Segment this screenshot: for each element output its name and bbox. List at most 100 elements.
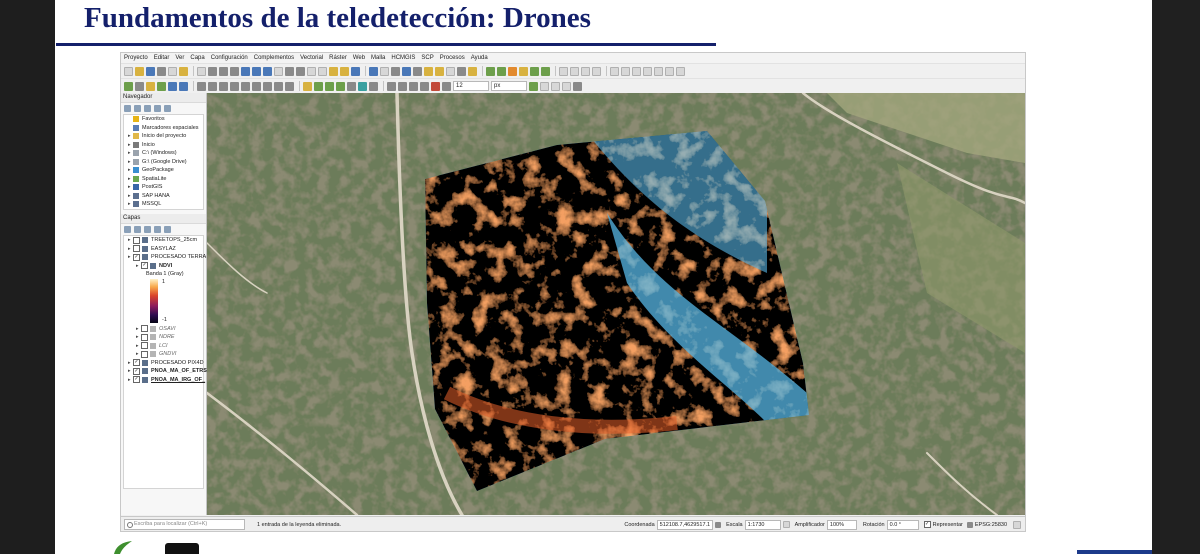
annotation-html-icon[interactable] [581,66,590,76]
show-bookmarks-icon[interactable] [340,66,349,76]
zoom-selection-icon[interactable] [252,66,261,76]
plugin-check-icon[interactable] [530,66,539,76]
zoom-in-icon[interactable] [219,66,228,76]
menu-configuracion[interactable]: Configuración [211,55,248,61]
refresh-icon[interactable] [351,66,360,76]
coordinate-field[interactable]: 512108.7,4629517.1 [656,519,714,530]
layer-item[interactable]: ▸ OSAVI [124,325,203,334]
split-icon[interactable] [274,81,283,91]
menu-capa[interactable]: Capa [190,55,204,61]
properties-icon[interactable] [164,105,171,112]
add-selected-icon[interactable] [134,105,141,112]
layer-item[interactable]: ▸ ✓ NDVI [124,262,203,271]
layer-item[interactable]: ▸ ✓ PROCESADO TERRA [124,253,206,262]
browser-item[interactable]: ▸ SAP HANA [124,192,203,201]
magnifier-field[interactable]: 100% [826,519,857,530]
new-map-view-icon[interactable] [307,66,316,76]
layer-visibility-checkbox[interactable]: ✓ [133,367,140,375]
calculator-icon[interactable] [540,81,549,91]
roi-icon[interactable] [336,81,345,91]
expand-arrow-icon[interactable]: ▸ [128,132,132,141]
annotation-form-icon[interactable] [570,66,579,76]
layer-visibility-checkbox[interactable] [141,325,148,333]
zoom-next-icon[interactable] [296,66,305,76]
expand-arrow-icon[interactable]: ▸ [136,325,140,334]
browser-item[interactable]: ▸ G:\ (Google Drive) [124,158,203,167]
browser-item[interactable]: ▸ C:\ (Windows) [124,149,203,158]
diagram-icon[interactable] [676,66,685,76]
classification-icon[interactable] [358,81,367,91]
rotation-field[interactable]: 0.0 ° [886,519,919,530]
cut-icon[interactable] [197,81,206,91]
zoom-last-icon[interactable] [285,66,294,76]
annotation-text-icon[interactable] [559,66,568,76]
menu-malla[interactable]: Malla [371,55,385,61]
snap-icon[interactable] [303,81,312,91]
scale-field[interactable]: 1:1730 [744,519,781,530]
annotation-svg-icon[interactable] [592,66,601,76]
layer-visibility-checkbox[interactable]: ✓ [133,376,140,384]
layer-visibility-checkbox[interactable] [133,245,140,253]
merge-icon[interactable] [285,81,294,91]
expand-arrow-icon[interactable]: ▸ [128,158,132,167]
lock-scale-icon[interactable] [782,521,790,528]
layout-manager-icon[interactable] [179,66,188,76]
add-raster-icon[interactable] [135,81,144,91]
map-canvas[interactable] [207,93,1025,515]
add-group-icon[interactable] [134,226,141,233]
layer-visibility-checkbox[interactable] [141,333,148,341]
save-project-icon[interactable] [146,66,155,76]
menu-scp[interactable]: SCP [421,55,433,61]
redo-icon[interactable] [241,81,250,91]
text-format-icon[interactable] [442,81,451,91]
select-by-expression-icon[interactable] [435,66,444,76]
scale-tool-icon[interactable] [409,81,418,91]
browser-item[interactable]: ▸ GeoPackage [124,166,203,175]
open-project-icon[interactable] [135,66,144,76]
expand-all-icon[interactable] [164,226,171,233]
plugin-cluster-icon[interactable] [541,66,550,76]
browser-item[interactable]: ▸ MSSQL [124,200,203,209]
deselect-icon[interactable] [446,66,455,76]
layer-visibility-checkbox[interactable]: ✓ [141,262,148,270]
layer-style-icon[interactable] [124,226,131,233]
record-icon[interactable] [431,81,440,91]
label-rotate-icon[interactable] [654,66,663,76]
browser-item[interactable]: ▸ PostGIS [124,183,203,192]
expand-arrow-icon[interactable]: ▸ [128,253,132,262]
menu-hcmgis[interactable]: HCMGIS [391,55,415,61]
menu-procesos[interactable]: Procesos [440,55,465,61]
layer-item[interactable]: ▸ ✓ PROCESADO PIX4D [124,359,204,368]
layer-item[interactable]: ▸ LCI [124,342,203,351]
plugin-green-icon[interactable] [486,66,495,76]
label-show-icon[interactable] [632,66,641,76]
export-icon[interactable] [529,81,538,91]
filter-icon[interactable] [144,105,151,112]
new-3d-view-icon[interactable] [318,66,327,76]
print-layout-icon[interactable] [168,66,177,76]
pan-to-selection-icon[interactable] [208,66,217,76]
rotate-tool-icon[interactable] [398,81,407,91]
manage-visibility-icon[interactable] [144,226,151,233]
map-tips-icon[interactable] [468,66,477,76]
crs-icon[interactable] [966,521,973,528]
distribute-icon[interactable] [562,81,571,91]
expand-arrow-icon[interactable]: ▸ [128,245,132,254]
field-calculator-icon[interactable] [391,66,400,76]
scp-settings-icon[interactable] [369,81,378,91]
layer-visibility-checkbox[interactable] [133,236,140,244]
layer-item[interactable]: ▸ GNDVI [124,350,203,359]
offset-tool-icon[interactable] [420,81,429,91]
undo-icon[interactable] [230,81,239,91]
menu-ayuda[interactable]: Ayuda [471,55,488,61]
copy-icon[interactable] [208,81,217,91]
bookmark-icon[interactable] [329,66,338,76]
scp-icon[interactable] [314,81,323,91]
browser-item[interactable]: Marcadores espaciales [124,124,203,133]
unit-select[interactable]: px [491,81,527,91]
menu-raster[interactable]: Ráster [329,55,347,61]
reshape-icon[interactable] [263,81,272,91]
messages-icon[interactable] [1013,520,1021,529]
font-size-input[interactable]: 12 [453,81,489,91]
expand-arrow-icon[interactable]: ▸ [128,367,132,376]
